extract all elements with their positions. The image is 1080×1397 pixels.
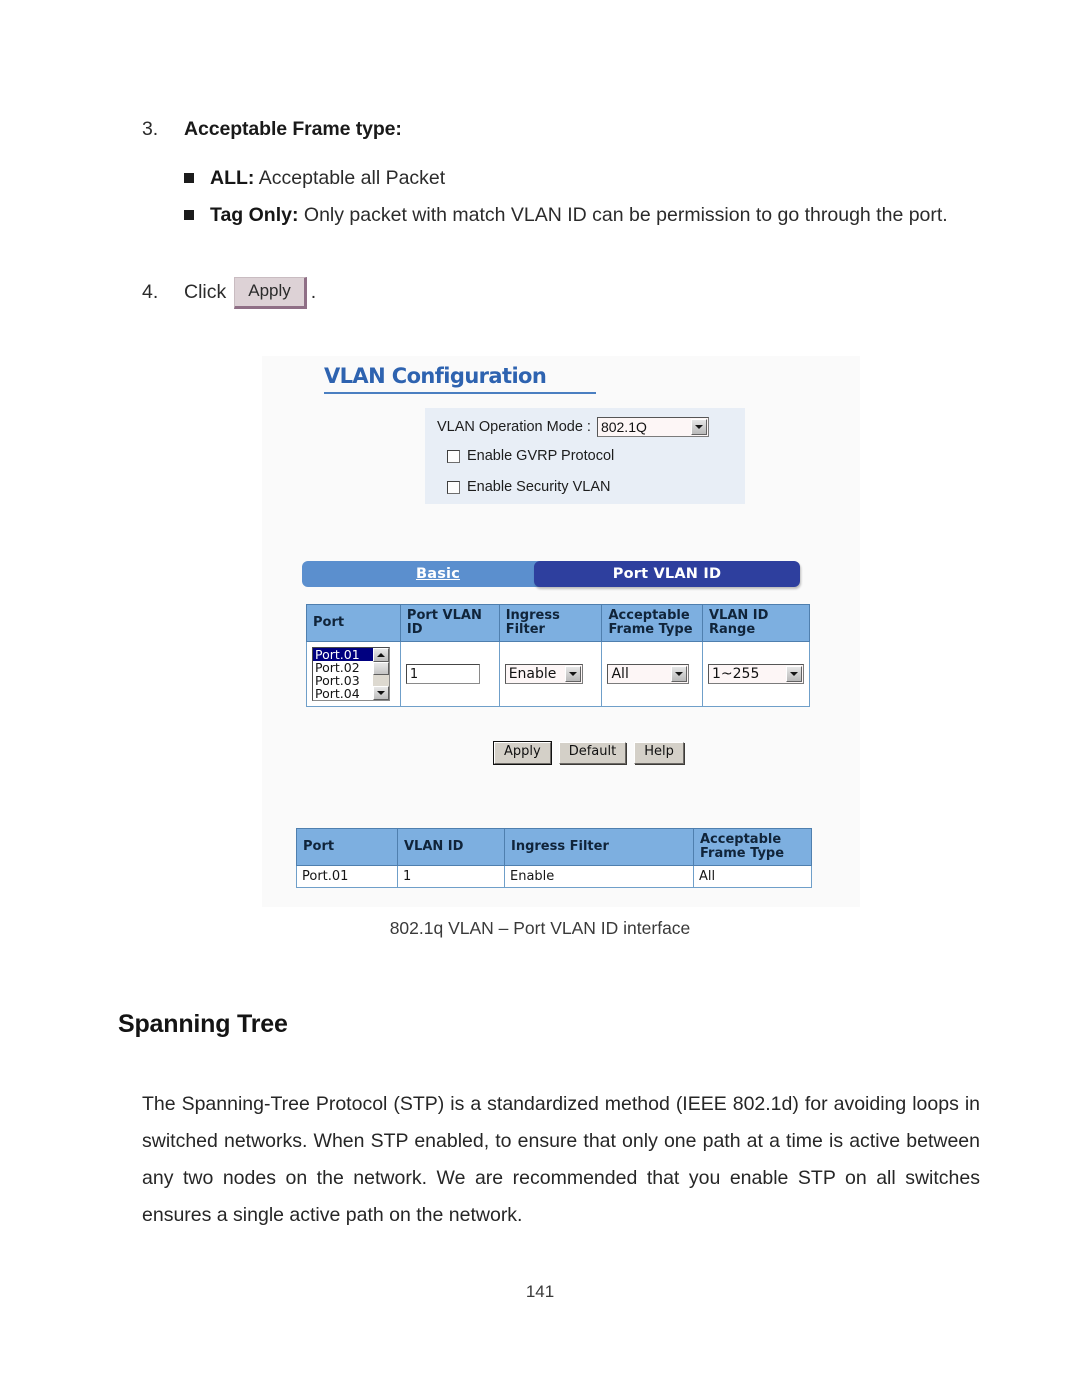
port-listbox-scrollbar[interactable] [373, 648, 389, 700]
column-header-ingress-filter: Ingress Filter [498, 604, 603, 642]
action-button-row: Apply Default Help [493, 741, 684, 765]
scrollbar-thumb[interactable] [373, 662, 389, 675]
bullet-text: Acceptable all Packet [254, 167, 446, 189]
vlan-id-range-select[interactable]: 1~255 [708, 664, 804, 684]
chevron-down-icon [671, 666, 688, 682]
step-4: 4. Click Apply . [142, 277, 316, 309]
cell-vlan-id-range: 1~255 [702, 641, 810, 707]
scroll-up-arrow-icon[interactable] [373, 648, 389, 662]
column-header-vlan-id: VLAN ID [397, 828, 505, 866]
table-header-row: Port Port VLAN ID Ingress Filter Accepta… [306, 604, 810, 642]
vlan-operation-mode-select[interactable]: 802.1Q [596, 417, 709, 437]
cell-vlan-id: 1 [397, 865, 505, 888]
vlan-operation-mode-panel: VLAN Operation Mode : 802.1Q Enable GVRP… [425, 408, 745, 504]
port-listbox-options: Port.01 Port.02 Port.03 Port.04 [313, 648, 373, 700]
column-header-port-vlan-id: Port VLAN ID [399, 604, 500, 642]
scroll-down-arrow-icon[interactable] [373, 686, 389, 700]
section-paragraph: The Spanning-Tree Protocol (STP) is a st… [142, 1093, 980, 1226]
ingress-filter-select[interactable]: Enable [504, 664, 583, 684]
table-row: Port.01 1 Enable All [296, 865, 812, 888]
cell-ingress-filter: Enable [498, 641, 603, 707]
enable-security-vlan-row[interactable]: Enable Security VLAN [447, 479, 610, 495]
column-header-vlan-id-range: VLAN ID Range [702, 604, 810, 642]
step-3-title: Acceptable Frame type: [184, 118, 402, 140]
chevron-down-icon [786, 666, 802, 682]
tab-bar: Basic Port VLAN ID [302, 561, 800, 587]
vlan-id-range-value: 1~255 [712, 666, 760, 682]
list-item: ALL: Acceptable all Packet [184, 160, 994, 197]
bullet-term: Tag Only: [210, 204, 299, 226]
port-listbox[interactable]: Port.01 Port.02 Port.03 Port.04 [312, 647, 390, 701]
vlan-operation-mode-value: 802.1Q [600, 419, 647, 435]
enable-security-vlan-checkbox[interactable] [447, 480, 460, 494]
tab-port-vlan-id-label: Port VLAN ID [612, 566, 722, 582]
apply-button-illustration[interactable]: Apply [234, 277, 307, 309]
bullet-list: ALL: Acceptable all Packet Tag Only: Onl… [184, 160, 994, 234]
port-vlan-id-config-table: Port Port VLAN ID Ingress Filter Accepta… [306, 604, 810, 707]
port-vlan-id-input[interactable] [405, 664, 480, 684]
cell-port: Port.01 [296, 865, 398, 888]
list-item: Tag Only: Only packet with match VLAN ID… [184, 197, 994, 234]
table-header-row: Port VLAN ID Ingress Filter Acceptable F… [296, 828, 812, 866]
acceptable-line-2: Frame Type [608, 622, 693, 637]
enable-gvrp-protocol-label: Enable GVRP Protocol [467, 448, 615, 464]
column-header-port: Port [306, 604, 401, 642]
acceptable-line-1: Acceptable [700, 832, 782, 847]
step-4-suffix: . [310, 281, 317, 304]
port-option-4[interactable]: Port.04 [313, 687, 373, 700]
square-bullet-icon [184, 197, 210, 220]
table-row: Port.01 Port.02 Port.03 Port.04 1 Enable… [306, 641, 810, 707]
figure-caption: 802.1q VLAN – Port VLAN ID interface [389, 918, 691, 938]
acceptable-line-1: Acceptable [608, 608, 690, 623]
step-4-number: 4. [142, 281, 159, 304]
acceptable-line-2: Frame Type [700, 846, 785, 861]
help-button[interactable]: Help [634, 742, 684, 764]
square-bullet-icon [184, 160, 210, 183]
chevron-down-icon [690, 419, 707, 435]
vlan-configuration-screenshot: VLAN Configuration VLAN Operation Mode :… [262, 356, 860, 907]
cell-port: Port.01 Port.02 Port.03 Port.04 [306, 641, 401, 707]
section-heading-spanning-tree: Spanning Tree [118, 1010, 288, 1038]
tab-basic-label: Basic [415, 566, 461, 582]
acceptable-frame-type-value: All [611, 666, 629, 682]
column-header-ingress-filter: Ingress Filter [504, 828, 694, 866]
bullet-term: ALL: [210, 167, 255, 189]
step-3-number: 3. [142, 118, 159, 140]
column-header-acceptable-frame-type: Acceptable Frame Type [601, 604, 703, 642]
chevron-down-icon [564, 666, 581, 682]
enable-gvrp-protocol-checkbox[interactable] [447, 449, 460, 463]
tab-port-vlan-id[interactable]: Port VLAN ID [534, 561, 800, 587]
port-vlan-summary-table: Port VLAN ID Ingress Filter Acceptable F… [296, 828, 812, 888]
enable-security-vlan-label: Enable Security VLAN [467, 479, 611, 495]
cell-acceptable-frame-type: All [693, 865, 812, 888]
cell-port-vlan-id [399, 641, 500, 707]
bullet-text: Only packet with match VLAN ID can be pe… [298, 204, 948, 226]
step-3: 3. Acceptable Frame type: [142, 118, 402, 141]
column-header-acceptable-frame-type: Acceptable Frame Type [693, 828, 812, 866]
default-button[interactable]: Default [558, 742, 627, 764]
step-4-prefix: Click [184, 281, 227, 304]
column-header-port: Port [296, 828, 398, 866]
ingress-filter-value: Enable [508, 666, 557, 682]
title-underline [324, 392, 596, 394]
acceptable-frame-type-select[interactable]: All [607, 664, 690, 684]
enable-gvrp-protocol-row[interactable]: Enable GVRP Protocol [447, 448, 614, 464]
vlan-operation-mode-row: VLAN Operation Mode : 802.1Q [437, 417, 709, 437]
page-number: 141 [525, 1282, 555, 1301]
cell-acceptable-frame-type: All [601, 641, 703, 707]
apply-button[interactable]: Apply [493, 741, 552, 765]
vlan-operation-mode-label: VLAN Operation Mode : [437, 419, 591, 435]
cell-ingress-filter: Enable [504, 865, 694, 888]
screenshot-title: VLAN Configuration [324, 364, 547, 388]
